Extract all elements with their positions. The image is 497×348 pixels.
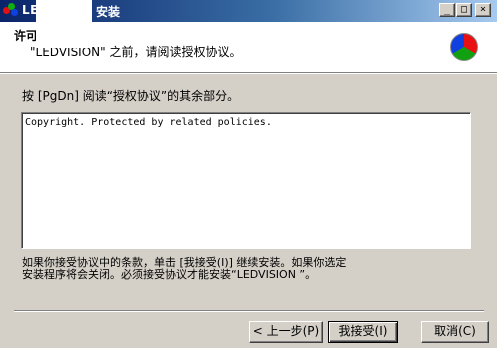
license-textbox[interactable]: Copyright. Protected by related policies… (21, 112, 471, 249)
cancel-button[interactable]: 取消(C) (421, 321, 489, 343)
window-title-suffix: 安装 (96, 5, 121, 19)
header-redaction (36, 0, 92, 48)
scroll-instruction: 按 [PgDn] 阅读“授权协议”的其余部分。 (22, 89, 240, 103)
footer-divider (14, 310, 484, 312)
app-icon (3, 3, 19, 19)
minimize-button[interactable]: _ (439, 3, 455, 17)
close-button[interactable]: × (475, 3, 491, 17)
accept-button[interactable]: 我接受(I) (328, 321, 398, 343)
back-button[interactable]: < 上一步(P) (249, 321, 323, 343)
page-title: 许可 (14, 29, 39, 43)
notice-line-2: 安装程序将会关闭。必须接受协议才能安装“LEDVISION ”。 (22, 268, 317, 281)
logo-icon (450, 33, 478, 61)
header-divider (0, 72, 497, 74)
maximize-button[interactable]: □ (456, 3, 472, 17)
license-text: Copyright. Protected by related policies… (25, 117, 272, 128)
notice-redaction (398, 256, 428, 270)
